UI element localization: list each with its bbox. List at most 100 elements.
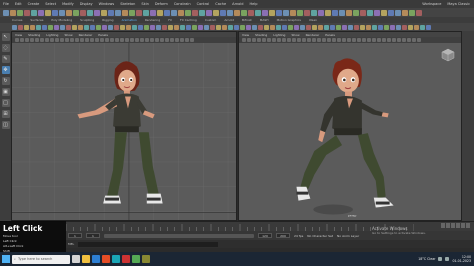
viewport-tool-icon[interactable] [95,38,99,42]
character-front[interactable] [77,61,163,204]
shelf-tab-surfaces[interactable]: Surfaces [30,18,43,22]
viewport-tool-icon[interactable] [65,38,69,42]
two-view-icon[interactable]: ◫ [1,121,10,129]
status-line-icon[interactable] [164,9,170,16]
status-line-icon[interactable] [17,9,23,16]
shelf-tool-icon[interactable] [294,24,299,30]
viewport-menu-view[interactable]: View [15,33,22,37]
shelf-tool-icon[interactable] [210,24,215,30]
viewport-tool-icon[interactable] [165,38,169,42]
shelf-tool-icon[interactable] [12,24,17,30]
step-forward-icon[interactable] [461,223,465,228]
viewport-tool-icon[interactable] [45,38,49,42]
shelf-tool-icon[interactable] [312,24,317,30]
shelf-tool-icon[interactable] [186,24,191,30]
status-line-icon[interactable] [388,9,394,16]
viewport-tool-icon[interactable] [377,38,381,42]
viewport-tool-icon[interactable] [35,38,39,42]
status-line-icon[interactable] [157,9,163,16]
shelf-tool-icon[interactable] [72,24,77,30]
shelf-tool-icon[interactable] [48,24,53,30]
viewport-tool-icon[interactable] [397,38,401,42]
viewport-tool-icon[interactable] [55,38,59,42]
viewport-tool-icon[interactable] [115,38,119,42]
playback-end-field[interactable]: 120 [258,233,272,238]
status-line-icon[interactable] [227,9,233,16]
shelf-tool-icon[interactable] [42,24,47,30]
viewport-tool-icon[interactable] [247,38,251,42]
status-line-icon[interactable] [143,9,149,16]
character-set-label[interactable]: No Character Set [307,234,333,238]
status-line-icon[interactable] [108,9,114,16]
viewport-menu-view[interactable]: View [242,33,249,37]
viewport-tool-icon[interactable] [125,38,129,42]
anim-layer-label[interactable]: No Anim Layer [337,234,359,238]
playback-start-field[interactable]: 1 [86,233,100,238]
viewport-tool-icon[interactable] [242,38,246,42]
shelf-tool-icon[interactable] [30,24,35,30]
edge-icon[interactable] [92,255,100,263]
menu-create[interactable]: Create [28,2,40,6]
status-line-icon[interactable] [171,9,177,16]
viewport-tool-icon[interactable] [367,38,371,42]
viewport-tool-icon[interactable] [347,38,351,42]
shelf-tool-icon[interactable] [378,24,383,30]
shelf-tool-icon[interactable] [318,24,323,30]
range-end-field[interactable]: 200 [276,233,290,238]
shelf-tool-icon[interactable] [276,24,281,30]
status-line-icon[interactable] [276,9,282,16]
status-line-icon[interactable] [220,9,226,16]
range-bar[interactable] [104,233,254,238]
shelf-tool-icon[interactable] [54,24,59,30]
shelf-tool-icon[interactable] [162,24,167,30]
shelf-tool-icon[interactable] [180,24,185,30]
shelf-tool-icon[interactable] [360,24,365,30]
viewport-tool-icon[interactable] [412,38,416,42]
viewport-menu-renderer[interactable]: Renderer [79,33,93,37]
status-line-icon[interactable] [395,9,401,16]
viewport-tool-icon[interactable] [70,38,74,42]
shelf-tab-fx-caching[interactable]: FX Caching [180,18,197,22]
lasso-tool-icon[interactable]: ◌ [1,44,10,52]
shelf-tool-icon[interactable] [264,24,269,30]
shelf-tool-icon[interactable] [156,24,161,30]
fps-label[interactable]: 24 fps [294,234,303,238]
go-end-icon[interactable] [466,223,470,228]
mel-label[interactable]: MEL [68,242,74,246]
shelf-tab-mash[interactable]: MASH [260,18,269,22]
shelf-tool-icon[interactable] [84,24,89,30]
menu-control[interactable]: Control [197,2,210,6]
viewport-tool-icon[interactable] [90,38,94,42]
viewport-tool-icon[interactable] [75,38,79,42]
shelf-tab-poly-modeling[interactable]: Poly Modeling [51,18,72,22]
shelf-tab-animation[interactable]: Animation [122,18,137,22]
viewport-tool-icon[interactable] [150,38,154,42]
viewport-tool-icon[interactable] [50,38,54,42]
viewport-tool-icon[interactable] [20,38,24,42]
viewport-tool-icon[interactable] [417,38,421,42]
task-view-icon[interactable] [72,255,80,263]
shelf-tool-icon[interactable] [270,24,275,30]
shelf-tool-icon[interactable] [120,24,125,30]
volume-icon[interactable] [445,257,450,261]
shelf-tool-icon[interactable] [168,24,173,30]
viewport-tool-icon[interactable] [40,38,44,42]
status-line-icon[interactable] [206,9,212,16]
shelf-tool-icon[interactable] [330,24,335,30]
status-line-icon[interactable] [185,9,191,16]
status-line-icon[interactable] [10,9,16,16]
menu-cache[interactable]: Cache [215,2,226,6]
character-persp[interactable] [296,58,394,208]
status-line-icon[interactable] [332,9,338,16]
viewport-tool-icon[interactable] [180,38,184,42]
status-line-icon[interactable] [234,9,240,16]
shelf-tool-icon[interactable] [390,24,395,30]
viewport-tool-icon[interactable] [337,38,341,42]
app-icon[interactable] [142,255,150,263]
play-back-icon[interactable] [451,223,455,228]
viewport-menu-renderer[interactable]: Renderer [306,33,320,37]
shelf-tool-icon[interactable] [336,24,341,30]
channel-box-strip[interactable] [462,31,474,221]
shelf-tool-icon[interactable] [396,24,401,30]
status-line-icon[interactable] [318,9,324,16]
